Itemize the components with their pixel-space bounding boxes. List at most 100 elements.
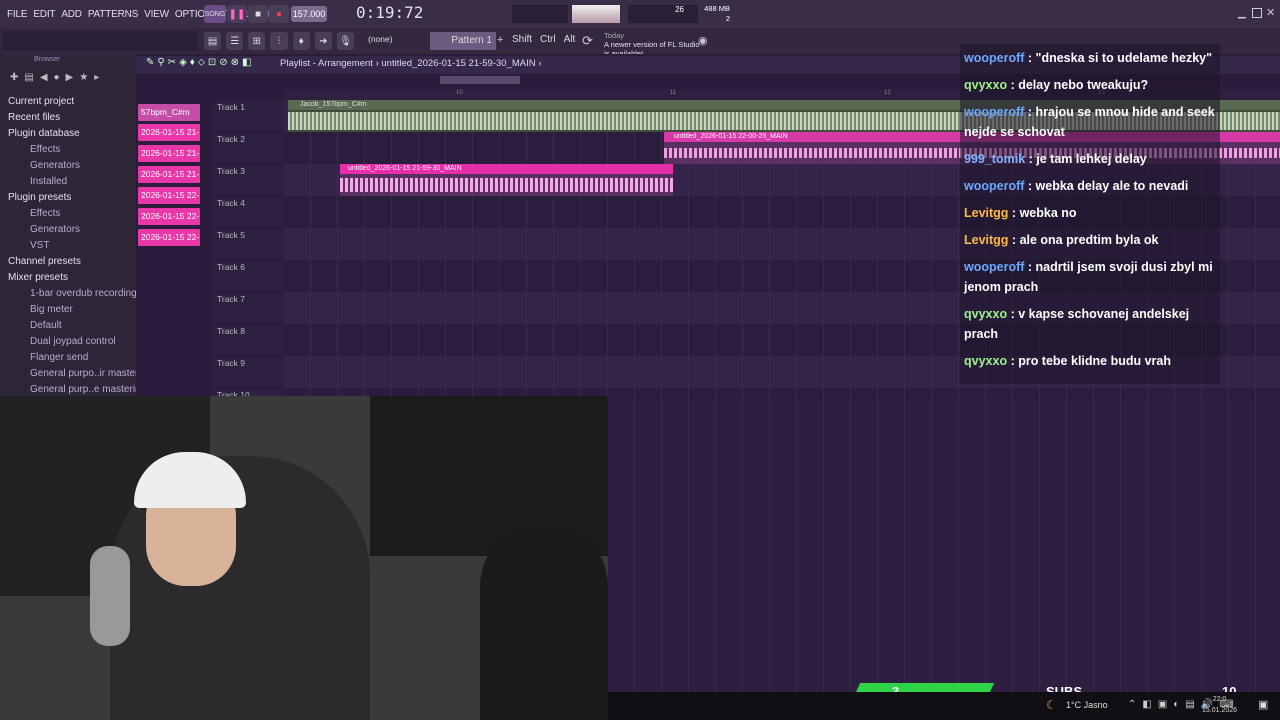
browser-list: Current project Recent files Plugin databa… bbox=[0, 94, 136, 396]
weather-icon: ☾ bbox=[1046, 698, 1057, 712]
menu-view[interactable]: VIEW bbox=[141, 9, 172, 20]
menu-add[interactable]: ADD bbox=[58, 9, 85, 20]
bar-number: 12 bbox=[884, 90, 891, 96]
track-header[interactable]: Track 9 bbox=[214, 356, 284, 388]
plugin-picker-icon[interactable]: ♦ bbox=[292, 32, 310, 50]
waveform-monitor bbox=[512, 5, 568, 23]
breadcrumb-root[interactable]: Playlist - Arrangement bbox=[280, 58, 373, 69]
cpu-meter: 26 bbox=[628, 5, 698, 23]
pattern-selector[interactable]: Pattern 1 bbox=[430, 32, 496, 50]
clock[interactable]: 22:0 15.01.2026 bbox=[1202, 694, 1237, 716]
voices-value: 2 bbox=[725, 14, 730, 23]
close-button[interactable]: ✕ bbox=[1266, 6, 1276, 19]
channel-rack-icon[interactable]: ⊞ bbox=[248, 32, 266, 50]
chat-message: qvyxxo : delay nebo tweakuju? bbox=[964, 78, 1149, 92]
browser-item[interactable]: Effects bbox=[8, 142, 136, 158]
timeline-scrollbar[interactable] bbox=[440, 76, 520, 84]
maximize-button[interactable] bbox=[1252, 8, 1262, 18]
browser-item[interactable]: Default bbox=[8, 318, 136, 334]
browser-item[interactable]: General purp..e mastering 2 bbox=[8, 382, 136, 396]
minimize-button[interactable]: ▁ bbox=[1238, 8, 1248, 19]
chat-message: wooperoff : hrajou se mnou hide and seek… bbox=[964, 105, 1215, 139]
preset-select[interactable]: (none) bbox=[368, 34, 414, 48]
playlist-tools[interactable]: ✎⚲✂◈♦⬦⊡⊘⊗◧ bbox=[146, 57, 254, 68]
news-icon[interactable]: ⟳ bbox=[582, 33, 593, 49]
track-header[interactable]: Track 7 bbox=[214, 292, 284, 324]
arrangement-grid-lower[interactable] bbox=[608, 396, 1280, 720]
mixer-icon[interactable]: ⫶ bbox=[270, 32, 288, 50]
channel-button[interactable]: 2026-01-15 22- bbox=[138, 187, 200, 204]
breadcrumb-file[interactable]: untitled_2026-01-15 21-59-30_MAIN bbox=[381, 58, 535, 69]
piano-roll-icon[interactable]: ☰ bbox=[226, 32, 244, 50]
modifier-alt[interactable]: Alt bbox=[564, 34, 576, 45]
browser-item[interactable]: Channel presets bbox=[8, 254, 136, 270]
channel-button[interactable]: 57bpm_C#m bbox=[138, 104, 200, 121]
channel-button[interactable]: 2026-01-15 22- bbox=[138, 229, 200, 246]
breadcrumb: Playlist - Arrangement › untitled_2026-0… bbox=[280, 58, 542, 69]
browser-item[interactable]: Current project bbox=[8, 94, 136, 110]
webcam-feed bbox=[0, 396, 608, 720]
track-headers: Track 1 Track 2 Track 3 Track 4 Track 5 Track… bbox=[214, 100, 284, 420]
channel-button[interactable]: 2026-01-15 21- bbox=[138, 124, 200, 141]
browser-item[interactable]: VST bbox=[8, 238, 136, 254]
chat-username: Levitgg bbox=[964, 233, 1009, 247]
news-when: Today bbox=[604, 31, 625, 40]
channel-button[interactable]: 2026-01-15 21- bbox=[138, 145, 200, 162]
person-right bbox=[480, 526, 608, 720]
track-header[interactable]: Track 1 bbox=[214, 100, 284, 132]
chat-message: 999_tomik : je tam lehkej delay bbox=[964, 152, 1147, 166]
menu-edit[interactable]: EDIT bbox=[30, 9, 58, 20]
browser-item[interactable]: Installed bbox=[8, 174, 136, 190]
modifier-shift[interactable]: Shift bbox=[512, 34, 532, 45]
browser-item[interactable]: Mixer presets bbox=[8, 270, 136, 286]
menu-patterns[interactable]: PATTERNS bbox=[85, 9, 141, 20]
track-header[interactable]: Track 5 bbox=[214, 228, 284, 260]
browser-item[interactable]: Effects bbox=[8, 206, 136, 222]
time-display[interactable]: 0:19:72 bbox=[356, 3, 423, 25]
song-mode-toggle[interactable]: SONG bbox=[204, 5, 226, 23]
browser-item[interactable]: Generators bbox=[8, 222, 136, 238]
menu-file[interactable]: FILE bbox=[4, 9, 30, 20]
globe-icon[interactable]: ◉ bbox=[698, 34, 708, 47]
browser-item[interactable]: Generators bbox=[8, 158, 136, 174]
record-button[interactable]: ● bbox=[269, 5, 289, 23]
channel-button[interactable]: 2026-01-15 22- bbox=[138, 208, 200, 225]
chat-text: ale ona predtim byla ok bbox=[1019, 233, 1159, 247]
chat-list: wooperoff : "dneska si to udelame hezky"… bbox=[964, 48, 1216, 371]
browser-item[interactable]: Plugin database bbox=[8, 126, 136, 142]
track-header[interactable]: Track 6 bbox=[214, 260, 284, 292]
track-header[interactable]: Track 8 bbox=[214, 324, 284, 356]
tempo-display[interactable]: 157.000 bbox=[291, 6, 327, 22]
pause-button[interactable]: ❚❚ bbox=[227, 5, 247, 23]
track-header[interactable]: Track 4 bbox=[214, 196, 284, 228]
playlist-icon[interactable]: ▤ bbox=[204, 32, 222, 50]
browser-item[interactable]: Plugin presets bbox=[8, 190, 136, 206]
audio-clip[interactable]: untitled_2026-01-15 21-59-30_MAIN bbox=[340, 164, 673, 196]
weather-text: 1°C Jasno bbox=[1066, 700, 1108, 710]
bar-number: 11 bbox=[670, 90, 677, 96]
modifier-ctrl[interactable]: Ctrl bbox=[540, 34, 556, 45]
stop-button[interactable]: ■ bbox=[248, 5, 268, 23]
arrow-icon[interactable]: ➜ bbox=[314, 32, 332, 50]
chat-text: delay nebo tweakuju? bbox=[1018, 78, 1149, 92]
browser-title: Browser bbox=[34, 56, 60, 63]
add-pattern-button[interactable]: + bbox=[497, 34, 503, 46]
browser-item[interactable]: 1-bar overdub recording bbox=[8, 286, 136, 302]
track-header[interactable]: Track 3 bbox=[214, 164, 284, 196]
notification-icon[interactable]: ▣ bbox=[1258, 698, 1268, 711]
chat-username: Levitgg bbox=[964, 206, 1009, 220]
browser-item[interactable]: General purpo..ir mastering bbox=[8, 366, 136, 382]
browser-item[interactable]: Dual joypad control bbox=[8, 334, 136, 350]
browser-item[interactable]: Recent files bbox=[8, 110, 136, 126]
chat-message: Levitgg : ale ona predtim byla ok bbox=[964, 233, 1159, 247]
browser-item[interactable]: Flanger send bbox=[8, 350, 136, 366]
track-header[interactable]: Track 2 bbox=[214, 132, 284, 164]
mic-icon[interactable]: 🎙 bbox=[336, 32, 354, 50]
microphone bbox=[90, 546, 130, 646]
browser-item[interactable]: Big meter bbox=[8, 302, 136, 318]
clock-time: 22:0 bbox=[1212, 696, 1227, 703]
toolbar-icons[interactable]: ▤ ☰ ⊞ ⫶ ♦ ➜ 🎙 bbox=[204, 32, 354, 50]
browser-toolbar[interactable]: ✚▤◀●▶★▸ bbox=[0, 66, 136, 94]
channel-button[interactable]: 2026-01-15 21- bbox=[138, 166, 200, 183]
clip-waveform bbox=[340, 178, 673, 192]
